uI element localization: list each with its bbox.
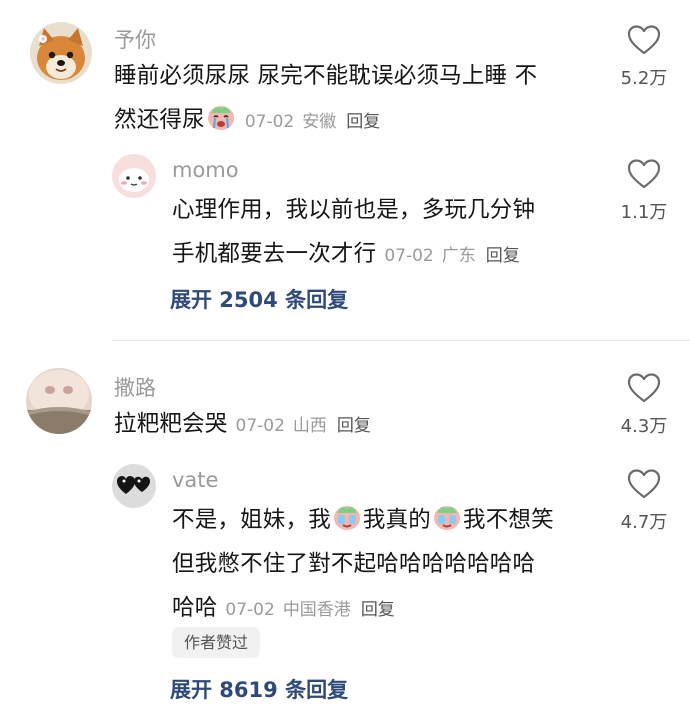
heart-outline-icon (627, 159, 661, 189)
reply-button[interactable]: 回复 (337, 416, 371, 436)
reply-date: 07-02 (225, 600, 275, 620)
author-liked-badge: 作者赞过 (172, 627, 261, 658)
reply-username[interactable]: momo (172, 158, 239, 182)
comment-date: 07-02 (235, 416, 285, 436)
reply-location: 中国香港 (282, 600, 351, 620)
reply-text-segment: 不是，姐妹，我 (172, 507, 331, 533)
expand-replies-link[interactable]: 展开 8619 条回复 (170, 674, 348, 704)
reply-text-segment: 我不想笑 (463, 507, 554, 533)
reply-text-segment: 手机都要去一次才行 (172, 241, 377, 267)
reply-text-line: 手机都要去一次才行 07-02 广东 回复 (172, 232, 612, 278)
reply-text-line: 心理作用，我以前也是，多玩几分钟 (172, 197, 536, 223)
like-button[interactable]: 1.1万 (614, 158, 674, 224)
comment-location: 山西 (292, 416, 327, 436)
reply-text-line: 但我憋不住了對不起哈哈哈哈哈哈哈 (172, 551, 536, 577)
cartoon-creature-avatar-icon[interactable] (112, 154, 156, 198)
comment-text-line: 拉粑粑会哭 07-02 山西 回复 (114, 402, 604, 448)
laughing-crying-emoji-icon (432, 502, 462, 532)
like-count: 4.3万 (620, 416, 668, 437)
comment-divider (112, 340, 690, 341)
expand-replies-link[interactable]: 展开 2504 条回复 (170, 284, 348, 314)
like-button[interactable]: 4.7万 (614, 468, 674, 534)
comment-text: 拉粑粑会哭 07-02 山西 回复 (114, 402, 604, 448)
reply-button[interactable]: 回复 (346, 112, 380, 132)
black-hearts-avatar-icon[interactable] (112, 464, 156, 508)
heart-outline-icon (627, 469, 661, 499)
heart-outline-icon (627, 25, 661, 55)
reply-text-segment: 哈哈 (172, 595, 218, 621)
comment-text-segment: 拉粑粑会哭 (114, 411, 228, 437)
reply-text: 心理作用，我以前也是，多玩几分钟 手机都要去一次才行 07-02 广东 回复 (172, 188, 612, 278)
comment-text-segment: 然还得尿 (114, 107, 205, 133)
shiba-dog-avatar-icon[interactable] (30, 22, 92, 84)
comment-text-line: 睡前必须尿尿 尿完不能耽误必须马上睡 不 (114, 63, 538, 89)
comment-username[interactable]: 撒路 (114, 372, 156, 402)
reply-text-line: 哈哈 07-02 中国香港 回复 (172, 586, 612, 632)
hamster-face-avatar-icon[interactable] (26, 368, 92, 434)
comment-username[interactable]: 予你 (114, 24, 156, 54)
heart-outline-icon (627, 373, 661, 403)
reply-date: 07-02 (384, 246, 434, 266)
like-button[interactable]: 4.3万 (614, 372, 674, 438)
like-count: 1.1万 (620, 202, 668, 223)
comment-section: 予你 睡前必须尿尿 尿完不能耽误必须马上睡 不 然还得尿 07-02 安徽 回复 5… (0, 0, 690, 717)
reply-button[interactable]: 回复 (486, 246, 520, 266)
reply-button[interactable]: 回复 (361, 600, 395, 620)
like-count: 5.2万 (620, 68, 668, 89)
comment-date: 07-02 (244, 112, 295, 132)
reply-text-segment: 我真的 (362, 507, 432, 533)
comment-location: 安徽 (302, 112, 337, 132)
like-button[interactable]: 5.2万 (614, 24, 674, 90)
crying-face-emoji-icon (206, 102, 236, 132)
reply-location: 广东 (441, 246, 476, 266)
like-count: 4.7万 (620, 512, 668, 533)
laughing-crying-emoji-icon (332, 502, 362, 532)
reply-text-line: 不是，姐妹，我 我真的 我不想笑 (172, 498, 612, 542)
comment-text-line: 然还得尿 07-02 安徽 回复 (114, 98, 604, 144)
comment-text: 睡前必须尿尿 尿完不能耽误必须马上睡 不 然还得尿 07-02 安徽 回复 (114, 54, 604, 144)
reply-username[interactable]: vate (172, 468, 218, 492)
reply-text: 不是，姐妹，我 我真的 我不想笑 但我憋不住了對不起哈哈哈哈哈哈哈 哈哈 07-0… (172, 498, 612, 632)
